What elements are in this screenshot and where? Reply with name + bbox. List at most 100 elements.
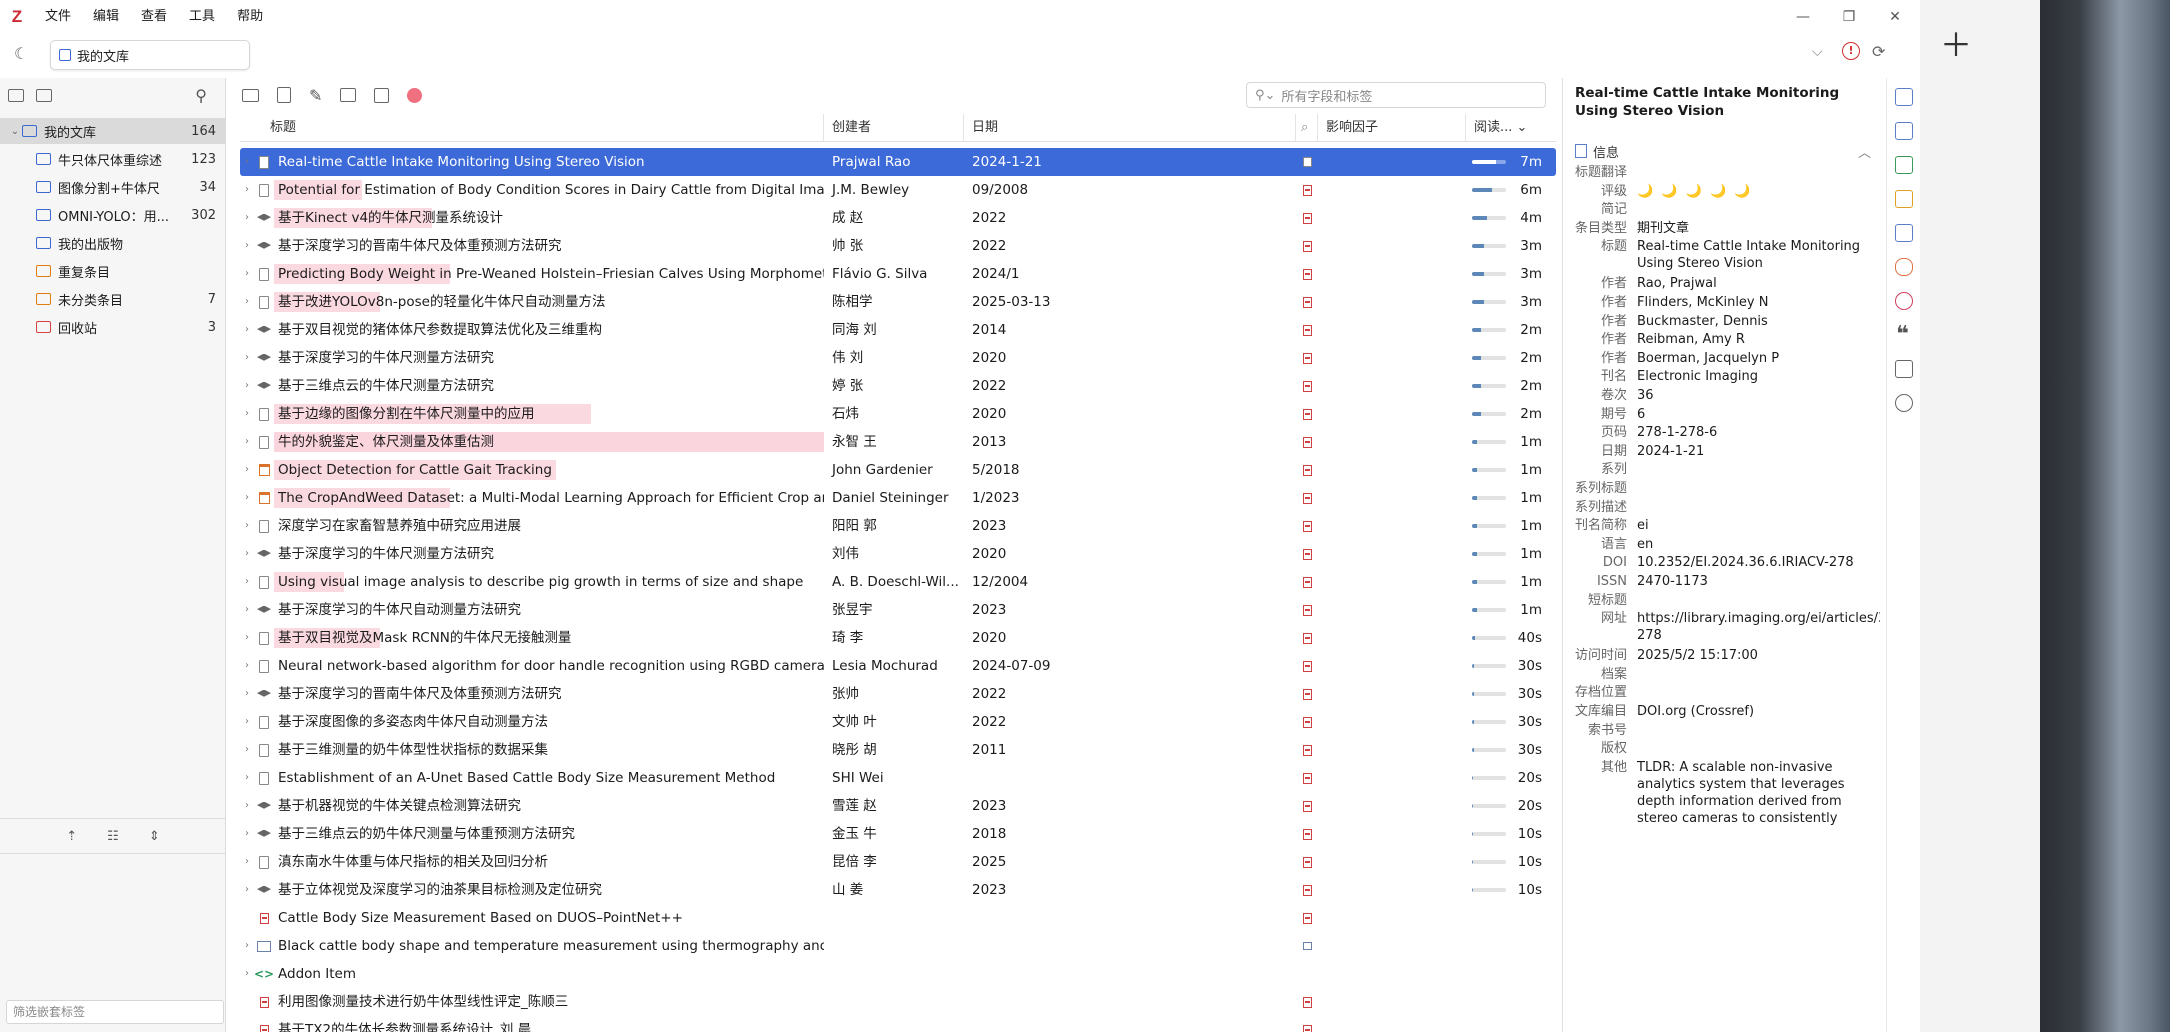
field-value[interactable] [1637,499,1863,516]
pdf-attachment-icon[interactable] [1302,632,1312,644]
search-field[interactable]: ⚲⌄ 所有字段和标签 [1246,82,1546,108]
twisty-icon[interactable]: › [240,708,254,736]
maximize-button[interactable]: ❐ [1826,0,1872,34]
field-value[interactable]: Real-time Cattle Intake Monitoring Using… [1637,238,1863,272]
collection-item[interactable]: OMNI-YOLO：用... 302 [0,202,226,228]
pdf-attachment-icon[interactable] [1302,884,1312,896]
abstract-nav-icon[interactable] [1895,122,1913,140]
table-row[interactable]: › Predicting Body Weight in Pre-Weaned Ho… [240,260,1556,288]
table-row[interactable]: › 滇东南水牛体重与体尺指标的相关及回归分析 昆倍 李 2025 10s [240,848,1556,876]
table-row[interactable]: › Object Detection for Cattle Gait Tracki… [240,456,1556,484]
twisty-icon[interactable]: › [240,960,254,988]
pdf-attachment-icon[interactable] [1302,380,1312,392]
twisty-icon[interactable]: › [240,260,254,288]
table-row[interactable]: › 深度学习在家畜智慧养殖中研究应用进展 阳阳 郭 2023 1m [240,512,1556,540]
field-value[interactable] [1637,201,1863,218]
table-row[interactable]: › 基于深度学习的牛体尺测量方法研究 刘伟 2020 1m [240,540,1556,568]
twisty-icon[interactable]: › [240,512,254,540]
pdf-attachment-icon[interactable] [1302,996,1312,1008]
pdf-attachment-icon[interactable] [1302,772,1312,784]
field-value[interactable] [1637,722,1863,739]
pdf-attachment-icon[interactable] [1302,464,1312,476]
table-row[interactable]: › 基于Kinect v4的牛体尺测量系统设计 成 赵 2022 4m [240,204,1556,232]
citation-nav-icon[interactable] [1895,360,1913,378]
twisty-icon[interactable]: › [240,568,254,596]
field-value[interactable]: Rao, Prajwal [1637,275,1863,292]
column-creator[interactable]: 创建者 [824,113,964,142]
field-value[interactable]: 2024-1-21 [1637,443,1863,460]
field-value[interactable] [1637,740,1863,757]
twisty-icon[interactable]: › [240,652,254,680]
twisty-icon[interactable]: › [240,792,254,820]
menu-item-0[interactable]: 文件 [34,0,82,34]
field-value[interactable]: Buckmaster, Dennis [1637,313,1863,330]
tags-nav-icon[interactable] [1895,258,1913,276]
twisty-icon[interactable]: › [240,932,254,960]
collection-item[interactable]: 图像分割+牛体尺 34 [0,174,226,200]
field-value[interactable]: Flinders, McKinley N [1637,294,1863,311]
table-row[interactable]: › 基于双目视觉及Mask RCNN的牛体尺无接触测量 琦 李 2020 40s [240,624,1556,652]
plugin-icon[interactable] [407,87,423,103]
attachment-icon[interactable] [1302,157,1312,167]
snapshot-icon[interactable] [1302,942,1312,950]
twisty-icon[interactable]: › [240,876,254,904]
quote-nav-icon[interactable]: ❝ [1896,322,1909,347]
table-row[interactable]: › Black cattle body shape and temperature… [240,932,1556,960]
expand-collapse-icon[interactable]: ⇕ [149,829,160,844]
table-row[interactable]: › 基于深度学习的晋南牛体尺及体重预测方法研究 帅 张 2022 3m [240,232,1556,260]
add-attachment-icon[interactable] [340,88,357,102]
twisty-icon[interactable]: › [240,596,254,624]
menu-item-2[interactable]: 查看 [130,0,178,34]
field-value[interactable]: TLDR: A scalable non-invasive analytics … [1637,759,1863,827]
field-value[interactable]: https://library.imaging.org/ei/articles/… [1637,610,1880,644]
table-row[interactable]: › <> Addon Item [240,960,1556,988]
plus-icon[interactable]: ＋ [1940,20,1972,66]
library-tab[interactable]: 我的文库 [50,40,250,70]
field-value[interactable]: DOI.org (Crossref) [1637,703,1863,720]
sync-icon[interactable]: ⟳ [1872,42,1885,61]
field-value[interactable]: 🌙 🌙 🌙 🌙 🌙 [1637,183,1863,200]
twisty-icon[interactable]: ⌄ [8,126,22,137]
attachment-column-icon[interactable]: ⌕ [1296,113,1318,142]
twisty-icon[interactable]: › [240,484,254,512]
twisty-icon[interactable]: › [240,764,254,792]
menu-item-1[interactable]: 编辑 [82,0,130,34]
info-section-header[interactable]: 信息 ︿ [1575,138,1871,164]
column-impact-factor[interactable]: 影响因子 [1318,113,1466,142]
twisty-icon[interactable] [240,904,254,932]
collection-item[interactable]: 我的出版物 [0,230,226,256]
column-read-time[interactable]: 阅读... ⌄ [1466,114,1546,142]
twisty-icon[interactable]: › [240,148,254,176]
pdf-attachment-icon[interactable] [1302,240,1312,252]
pdf-attachment-icon[interactable] [1302,408,1312,420]
table-row[interactable]: › The CropAndWeed Dataset: a Multi-Modal … [240,484,1556,512]
field-value[interactable] [1637,461,1863,478]
table-row[interactable]: 利用图像测量技术进行奶牛体型线性评定_陈顺三 [240,988,1556,1016]
table-row[interactable]: › Potential for Estimation of Body Condit… [240,176,1556,204]
notes-nav-icon[interactable] [1895,190,1913,208]
collection-item[interactable]: ⌄ 我的文库 164 [0,118,226,144]
column-title[interactable]: 标题 [240,113,824,142]
twisty-icon[interactable]: › [240,204,254,232]
twisty-icon[interactable]: › [240,624,254,652]
libraries-nav-icon[interactable] [1895,224,1913,242]
new-feed-icon[interactable] [36,88,52,102]
field-value[interactable]: 2470-1173 [1637,573,1863,590]
pdf-attachment-icon[interactable] [1302,604,1312,616]
table-row[interactable]: 基于TX2的牛体长参数测量系统设计_刘 晨 [240,1016,1556,1032]
field-value[interactable]: ei [1637,517,1863,534]
field-value[interactable]: Electronic Imaging [1637,368,1863,385]
twisty-icon[interactable]: › [240,176,254,204]
field-value[interactable]: 2025/5/2 15:17:00 [1637,647,1863,664]
pdf-attachment-icon[interactable] [1302,1024,1312,1032]
magic-wand-icon[interactable]: ✎ [309,86,322,105]
chevron-up-icon[interactable]: ︿ [1858,142,1871,161]
pdf-attachment-icon[interactable] [1302,576,1312,588]
table-row[interactable]: › 基于深度学习的晋南牛体尺及体重预测方法研究 张帅 2022 30s [240,680,1556,708]
collection-item[interactable]: 回收站 3 [0,314,226,340]
pdf-attachment-icon[interactable] [1302,856,1312,868]
pdf-attachment-icon[interactable] [1302,828,1312,840]
twisty-icon[interactable]: › [240,736,254,764]
new-collection-icon[interactable] [8,88,24,102]
twisty-icon[interactable]: › [240,540,254,568]
